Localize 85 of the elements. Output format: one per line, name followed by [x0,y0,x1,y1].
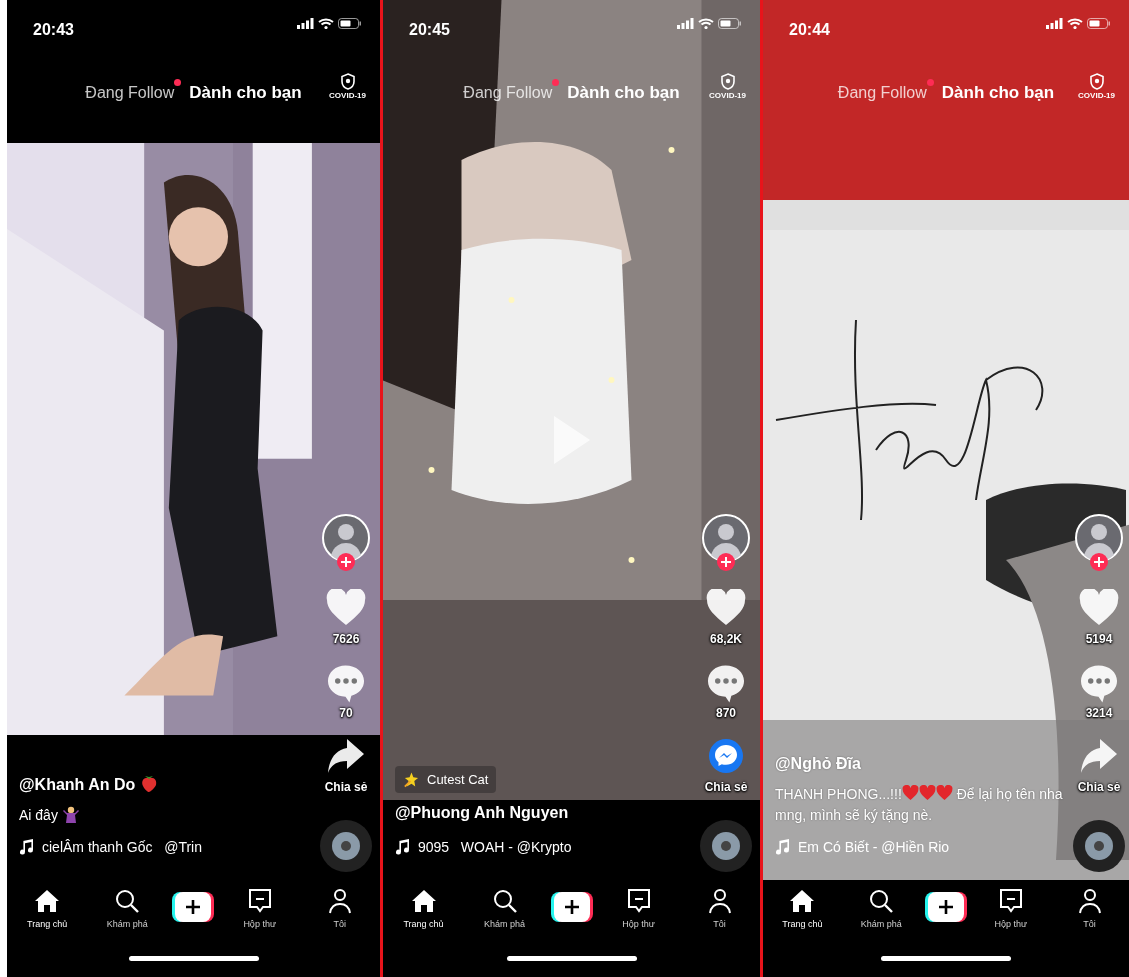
wifi-icon [698,18,714,29]
music-title: cielÂm thanh Gốc @Trin [42,838,202,857]
nav-tab[interactable]: Khám phá [469,888,540,932]
like-icon[interactable] [326,589,366,626]
nav-tab[interactable]: Hộp thư [975,888,1046,932]
wifi-icon [318,18,334,29]
sparkle-icon [403,770,419,788]
like-count: 7626 [332,631,360,648]
signal-icon [677,18,694,29]
comment-count: 70 [339,705,353,722]
shield-label: COVID-19 [709,90,746,102]
nav-tab[interactable]: Tôi [684,888,755,932]
profile-icon [706,888,733,914]
music-note-icon [775,839,790,856]
comment-count: 3214 [1085,705,1113,722]
inbox-icon [997,888,1024,914]
comment-icon[interactable] [707,664,745,704]
create-button[interactable] [172,892,215,922]
heart-emoji-icon [935,785,953,802]
battery-icon [1087,18,1111,29]
battery-icon [338,18,362,29]
share-label: Chia sẻ [704,779,748,796]
music-disc-icon[interactable] [700,820,752,872]
feed-tab[interactable]: Dành cho bạn [567,79,680,106]
share-label: Chia sẻ [1077,779,1121,796]
nav-tab[interactable]: Trang chủ [767,888,838,932]
music-title: Em Có Biết - @Hiền Rio [798,838,950,857]
status-time: 20:45 [409,20,450,40]
share-icon[interactable] [327,738,365,774]
username[interactable]: @Khanh An Do [19,772,316,797]
home-icon [34,888,61,914]
home-icon [789,888,816,914]
nav-tab[interactable]: Tôi [304,888,375,932]
signal-icon [1046,18,1063,29]
avatar-icon[interactable] [1074,513,1124,573]
signal-icon [297,18,314,29]
heart-emoji-icon [901,785,919,802]
search-icon [868,888,895,914]
wifi-icon [1067,18,1083,29]
nav-tab[interactable]: Trang chủ [388,888,459,932]
create-button[interactable] [925,892,967,922]
profile-icon [1076,888,1103,914]
shield-icon[interactable] [339,73,356,90]
music-disc-icon[interactable] [320,820,372,872]
effect-tag[interactable]: Cutest Cat [395,765,497,793]
feed-tab[interactable]: Đang Follow [837,80,927,105]
feed-tab[interactable]: Đang Follow [85,80,175,105]
like-icon[interactable] [706,589,746,626]
comment-count: 870 [716,705,736,722]
feed-tab[interactable]: Dành cho bạn [189,79,302,106]
music-note-icon [395,839,410,856]
search-icon [114,888,141,914]
nav-tab[interactable]: Khám phá [92,888,163,932]
messenger-icon[interactable] [708,738,744,774]
nav-tab[interactable]: Hộp thư [603,888,674,932]
home-icon [410,888,437,914]
like-count: 5194 [1085,631,1113,648]
status-time: 20:43 [33,20,74,40]
caption-text: THANH PHONG...!!! Để lại họ tên nha mng, mình sẽ ký tặng nè. [775,784,1064,825]
effect-label: Cutest Cat [427,770,489,789]
inbox-icon [246,888,273,914]
like-count: 68,2K [710,631,742,648]
username[interactable]: @Phuong Anh Nguyen [395,801,696,825]
nav-tab[interactable]: Khám phá [846,888,917,932]
search-icon [491,888,518,914]
comment-icon[interactable] [327,664,365,704]
music-title: 9095 WOAH - @Krypto [418,838,572,857]
feed-tab[interactable]: Dành cho bạn [941,79,1055,106]
caption-text: Ai đây [19,804,316,825]
inbox-icon [625,888,652,914]
nav-tab[interactable]: Tôi [1054,888,1125,932]
share-label: Chia sẻ [324,779,368,796]
nav-tab[interactable]: Trang chủ [12,888,83,932]
nav-tab[interactable]: Hộp thư [224,888,295,932]
shield-label: COVID-19 [329,90,366,102]
comment-icon[interactable] [1080,664,1118,704]
like-icon[interactable] [1079,589,1119,626]
profile-icon [326,888,353,914]
music-note-icon [19,839,34,856]
create-button[interactable] [550,892,593,922]
heart-emoji-icon [918,785,936,802]
battery-icon [718,18,742,29]
shrug-emoji-icon [61,804,80,823]
status-time: 20:44 [789,20,830,40]
shield-label: COVID-19 [1078,90,1115,102]
